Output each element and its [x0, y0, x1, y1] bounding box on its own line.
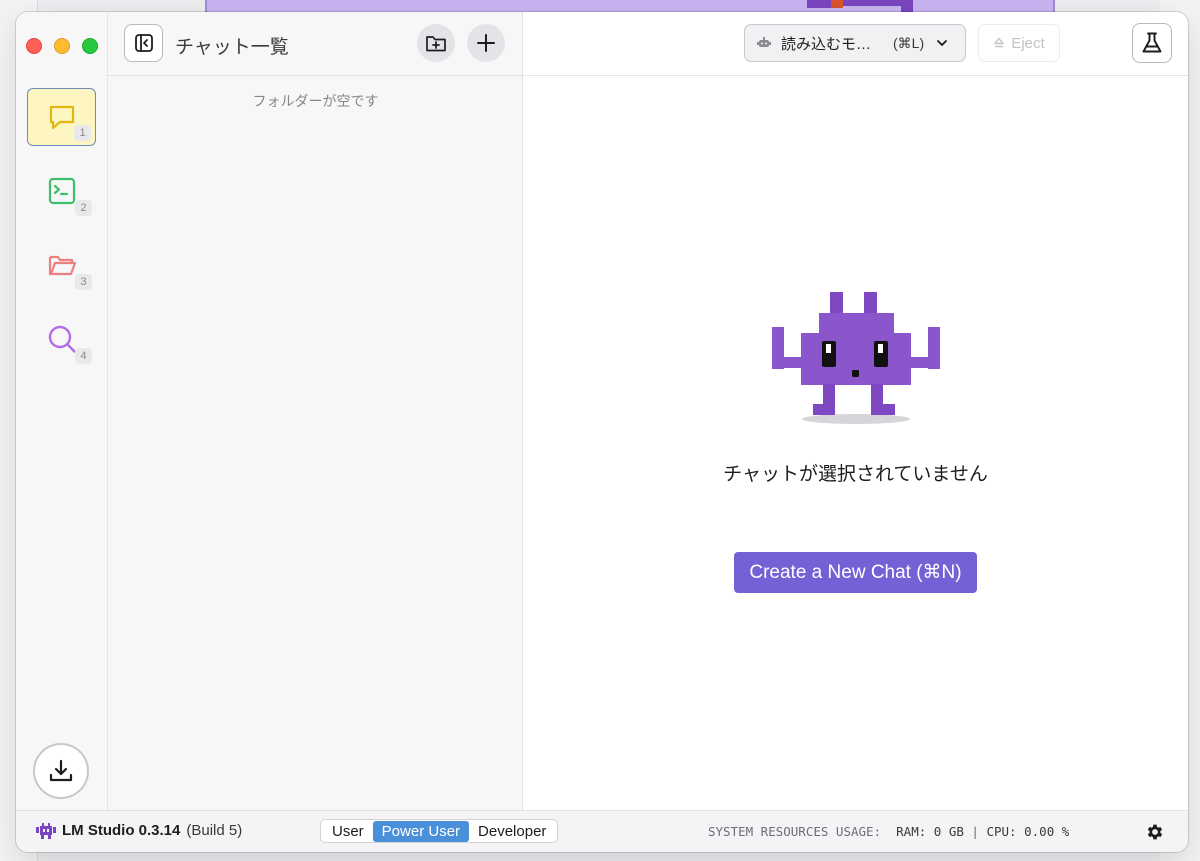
- plus-icon: [477, 34, 495, 52]
- settings-button[interactable]: [1144, 821, 1166, 843]
- model-select-shortcut: (⌘L): [893, 34, 925, 51]
- sidebar-collapse-icon: [134, 34, 153, 52]
- user-mode-switch: User Power User Developer: [320, 819, 559, 843]
- empty-folder-note: フォルダーが空です: [252, 93, 379, 109]
- rail-item-chat[interactable]: 1: [27, 88, 96, 146]
- app-build: (Build 5): [186, 822, 243, 839]
- minimize-window-button[interactable]: [54, 38, 70, 54]
- chevron-down-icon: [936, 37, 948, 49]
- rail-item-models[interactable]: 3: [27, 236, 96, 294]
- robot-icon: [757, 37, 771, 47]
- search-icon: [48, 325, 76, 353]
- create-new-chat-button[interactable]: Create a New Chat (⌘N): [734, 552, 977, 593]
- eject-label: Eject: [1011, 34, 1045, 52]
- chat-icon: [49, 105, 74, 130]
- gear-icon: [1147, 824, 1163, 840]
- folder-plus-icon: [426, 36, 446, 52]
- eject-button[interactable]: Eject: [978, 24, 1060, 62]
- lm-studio-logo-icon: [36, 822, 56, 839]
- rail-item-number: 2: [75, 200, 92, 216]
- app-name: LM Studio 0.3.14: [62, 822, 181, 839]
- system-resources: SYSTEM RESOURCES USAGE: RAM: 0 GB | CPU:…: [708, 824, 1069, 839]
- mode-option-developer[interactable]: Developer: [469, 821, 555, 842]
- icon-rail: 1 2 3 4: [16, 12, 108, 810]
- system-resources-label: SYSTEM RESOURCES USAGE:: [708, 824, 882, 839]
- app-brand: LM Studio 0.3.14 (Build 5): [36, 822, 242, 839]
- download-button[interactable]: [33, 743, 89, 799]
- cpu-usage: CPU: 0.00 %: [986, 824, 1070, 839]
- zoom-window-button[interactable]: [82, 38, 98, 54]
- eject-icon: [994, 37, 1005, 48]
- folder-icon: [48, 255, 76, 276]
- chat-list-header: チャット一覧: [108, 12, 523, 76]
- rail-item-discover[interactable]: 4: [27, 310, 96, 368]
- chat-main-area: 読み込むモ… (⌘L) Eject チャットが選択されていません Create …: [523, 12, 1188, 810]
- terminal-icon: [48, 177, 75, 205]
- model-select-label: 読み込むモ…: [781, 35, 872, 53]
- new-folder-button[interactable]: [417, 24, 455, 62]
- experimental-features-button[interactable]: [1132, 23, 1172, 63]
- no-chat-selected-message: チャットが選択されていません: [723, 464, 988, 485]
- rail-item-number: 4: [75, 348, 92, 364]
- mode-option-user[interactable]: User: [323, 821, 373, 842]
- ram-usage: RAM: 0 GB: [896, 824, 964, 839]
- close-window-button[interactable]: [26, 38, 42, 54]
- model-select-dropdown[interactable]: 読み込むモ… (⌘L): [744, 24, 966, 62]
- new-chat-button[interactable]: [467, 24, 505, 62]
- chat-list-panel: チャット一覧 フォルダーが空です: [108, 12, 523, 810]
- rail-item-number: 1: [74, 125, 91, 141]
- mode-option-power-user[interactable]: Power User: [372, 820, 470, 842]
- resources-separator: |: [971, 824, 979, 839]
- download-icon: [49, 759, 73, 782]
- app-window: 1 2 3 4 チャット一覧 フォルダーが空です 読み込むモ… (⌘L) Eje…: [16, 12, 1188, 852]
- chat-list-title: チャット一覧: [175, 37, 289, 58]
- main-header: 読み込むモ… (⌘L) Eject: [523, 12, 1188, 76]
- rail-item-developer[interactable]: 2: [27, 162, 96, 220]
- rail-item-number: 3: [75, 274, 92, 290]
- status-bar: LM Studio 0.3.14 (Build 5) User Power Us…: [16, 810, 1188, 852]
- flask-icon: [1142, 32, 1162, 53]
- sidebar-toggle-button[interactable]: [124, 24, 163, 62]
- mascot-illustration: [772, 292, 940, 424]
